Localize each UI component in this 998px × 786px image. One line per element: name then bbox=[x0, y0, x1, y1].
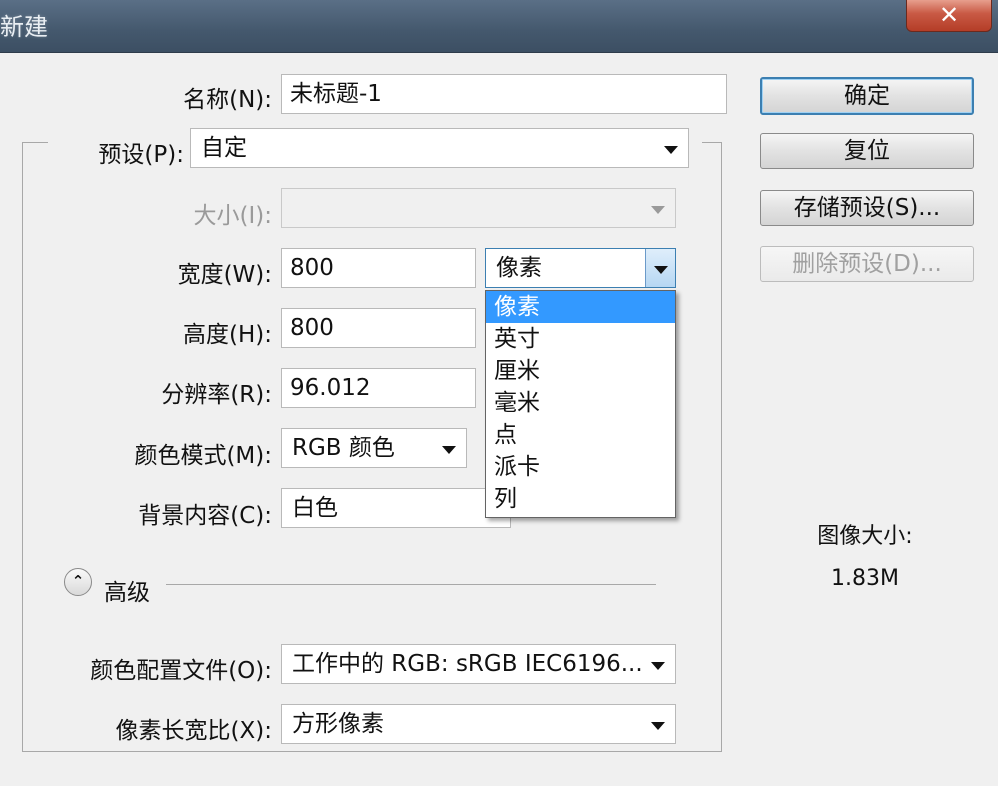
title-bar: 新建 ✕ bbox=[0, 0, 998, 53]
size-label: 大小(I): bbox=[193, 203, 272, 229]
chevron-up-icon: ⌃ bbox=[71, 572, 85, 590]
chevron-down-icon bbox=[654, 266, 668, 274]
preset-group-left-edge bbox=[22, 142, 23, 752]
width-label: 宽度(W): bbox=[177, 262, 272, 288]
unit-option[interactable]: 英寸 bbox=[486, 323, 675, 355]
chevron-down-icon bbox=[442, 446, 456, 454]
chevron-down-icon bbox=[651, 206, 665, 214]
color-mode-value: RGB 颜色 bbox=[292, 435, 395, 461]
background-value: 白色 bbox=[292, 495, 338, 521]
unit-option[interactable]: 列 bbox=[486, 483, 675, 515]
background-label: 背景内容(C): bbox=[138, 503, 272, 529]
pixel-aspect-value: 方形像素 bbox=[292, 711, 384, 737]
advanced-toggle-button[interactable]: ⌃ bbox=[64, 568, 92, 596]
chevron-down-icon bbox=[651, 662, 665, 670]
preset-group-right-edge bbox=[721, 142, 722, 752]
name-input[interactable]: 未标题-1 bbox=[281, 74, 727, 114]
preset-group-top-right bbox=[702, 142, 722, 143]
name-label: 名称(N): bbox=[183, 87, 272, 113]
preset-group-bottom-edge bbox=[22, 751, 722, 752]
width-unit-value: 像素 bbox=[496, 255, 542, 281]
color-profile-select[interactable]: 工作中的 RGB: sRGB IEC6196... bbox=[281, 644, 676, 684]
unit-option[interactable]: 毫米 bbox=[486, 387, 675, 419]
width-input[interactable]: 800 bbox=[281, 248, 476, 288]
width-unit-select[interactable]: 像素 bbox=[485, 248, 676, 288]
advanced-divider bbox=[166, 584, 656, 585]
width-unit-dropdown-button[interactable] bbox=[645, 249, 675, 287]
chevron-down-icon bbox=[664, 146, 678, 154]
resolution-input[interactable]: 96.012 bbox=[281, 368, 476, 408]
close-icon: ✕ bbox=[938, 1, 960, 29]
preset-label: 预设(P): bbox=[98, 142, 184, 168]
background-select[interactable]: 白色 bbox=[281, 488, 511, 528]
pixel-aspect-label: 像素长宽比(X): bbox=[115, 718, 272, 744]
unit-dropdown-list: 像素 英寸 厘米 毫米 点 派卡 列 bbox=[485, 290, 676, 518]
color-profile-label: 颜色配置文件(O): bbox=[90, 658, 272, 684]
preset-select-value: 自定 bbox=[201, 135, 247, 161]
preset-select[interactable]: 自定 bbox=[190, 128, 689, 168]
color-mode-label: 颜色模式(M): bbox=[134, 443, 272, 469]
reset-button[interactable]: 复位 bbox=[760, 133, 974, 169]
chevron-down-icon bbox=[651, 722, 665, 730]
advanced-label: 高级 bbox=[104, 580, 150, 606]
close-button[interactable]: ✕ bbox=[906, 0, 992, 32]
resolution-label: 分辨率(R): bbox=[161, 382, 272, 408]
color-mode-select[interactable]: RGB 颜色 bbox=[281, 428, 467, 468]
save-preset-button[interactable]: 存储预设(S)... bbox=[760, 190, 974, 226]
size-select bbox=[281, 188, 676, 228]
window-title: 新建 bbox=[0, 13, 48, 41]
delete-preset-button: 删除预设(D)... bbox=[760, 246, 974, 282]
height-label: 高度(H): bbox=[183, 322, 272, 348]
unit-option[interactable]: 点 bbox=[486, 419, 675, 451]
image-size-value: 1.83M bbox=[831, 566, 899, 591]
preset-group-top-left bbox=[22, 142, 48, 143]
unit-option[interactable]: 派卡 bbox=[486, 451, 675, 483]
pixel-aspect-select[interactable]: 方形像素 bbox=[281, 704, 676, 744]
height-input[interactable]: 800 bbox=[281, 308, 476, 348]
unit-option[interactable]: 厘米 bbox=[486, 355, 675, 387]
ok-button[interactable]: 确定 bbox=[760, 77, 974, 115]
color-profile-value: 工作中的 RGB: sRGB IEC6196... bbox=[292, 651, 643, 677]
unit-option[interactable]: 像素 bbox=[486, 291, 675, 323]
image-size-label: 图像大小: bbox=[817, 524, 913, 549]
